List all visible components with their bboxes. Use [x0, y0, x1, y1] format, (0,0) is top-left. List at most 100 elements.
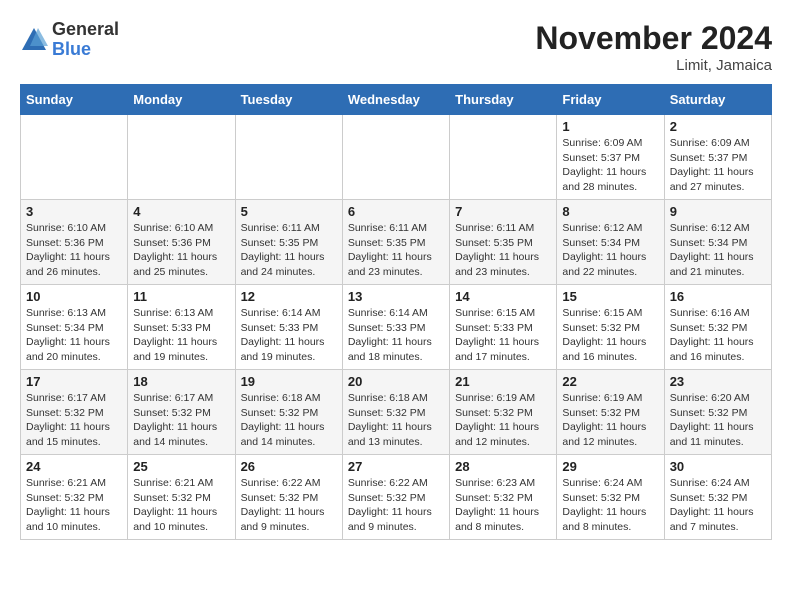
month-title: November 2024: [535, 20, 772, 57]
day-number: 13: [348, 289, 444, 304]
calendar-day-cell: 3 Sunrise: 6:10 AM Sunset: 5:36 PM Daylig…: [21, 200, 128, 285]
day-detail: Sunrise: 6:15 AM Sunset: 5:32 PM Dayligh…: [562, 306, 658, 365]
day-number: 21: [455, 374, 551, 389]
day-number: 11: [133, 289, 229, 304]
day-detail: Sunrise: 6:09 AM Sunset: 5:37 PM Dayligh…: [670, 136, 766, 195]
day-number: 3: [26, 204, 122, 219]
calendar-week-row: 17 Sunrise: 6:17 AM Sunset: 5:32 PM Dayli…: [21, 370, 772, 455]
day-detail: Sunrise: 6:19 AM Sunset: 5:32 PM Dayligh…: [455, 391, 551, 450]
calendar-day-cell: 28 Sunrise: 6:23 AM Sunset: 5:32 PM Dayli…: [450, 455, 557, 540]
day-number: 17: [26, 374, 122, 389]
calendar-week-row: 24Sunrise: 6:21 AM Sunset: 5:32 PM Dayli…: [21, 455, 772, 540]
day-number: 25: [133, 459, 229, 474]
day-number: 9: [670, 204, 766, 219]
calendar-day-cell: 26Sunrise: 6:22 AM Sunset: 5:32 PM Dayli…: [235, 455, 342, 540]
calendar-day-cell: 25 Sunrise: 6:21 AM Sunset: 5:32 PM Dayli…: [128, 455, 235, 540]
day-number: 23: [670, 374, 766, 389]
logo-general-text: General: [52, 19, 119, 39]
day-detail: Sunrise: 6:23 AM Sunset: 5:32 PM Dayligh…: [455, 476, 551, 535]
day-detail: Sunrise: 6:17 AM Sunset: 5:32 PM Dayligh…: [26, 391, 122, 450]
day-detail: Sunrise: 6:24 AM Sunset: 5:32 PM Dayligh…: [670, 476, 766, 535]
logo: General Blue: [20, 20, 119, 60]
day-of-week-header: Thursday: [450, 85, 557, 115]
calendar-day-cell: 2 Sunrise: 6:09 AM Sunset: 5:37 PM Daylig…: [664, 115, 771, 200]
day-of-week-header: Wednesday: [342, 85, 449, 115]
location: Limit, Jamaica: [535, 57, 772, 74]
day-number: 28: [455, 459, 551, 474]
day-detail: Sunrise: 6:12 AM Sunset: 5:34 PM Dayligh…: [670, 221, 766, 280]
day-detail: Sunrise: 6:16 AM Sunset: 5:32 PM Dayligh…: [670, 306, 766, 365]
day-of-week-header: Friday: [557, 85, 664, 115]
calendar-day-cell: 12Sunrise: 6:14 AM Sunset: 5:33 PM Dayli…: [235, 285, 342, 370]
logo-icon: [20, 26, 48, 54]
title-block: November 2024 Limit, Jamaica: [535, 20, 772, 74]
day-number: 10: [26, 289, 122, 304]
day-detail: Sunrise: 6:14 AM Sunset: 5:33 PM Dayligh…: [348, 306, 444, 365]
day-detail: Sunrise: 6:21 AM Sunset: 5:32 PM Dayligh…: [133, 476, 229, 535]
day-of-week-header: Saturday: [664, 85, 771, 115]
calendar-day-cell: [450, 115, 557, 200]
day-number: 1: [562, 119, 658, 134]
day-of-week-header: Sunday: [21, 85, 128, 115]
day-detail: Sunrise: 6:21 AM Sunset: 5:32 PM Dayligh…: [26, 476, 122, 535]
calendar-day-cell: 8Sunrise: 6:12 AM Sunset: 5:34 PM Daylig…: [557, 200, 664, 285]
calendar-day-cell: 20 Sunrise: 6:18 AM Sunset: 5:32 PM Dayli…: [342, 370, 449, 455]
day-number: 27: [348, 459, 444, 474]
day-number: 20: [348, 374, 444, 389]
calendar-day-cell: [21, 115, 128, 200]
day-number: 6: [348, 204, 444, 219]
day-of-week-header: Tuesday: [235, 85, 342, 115]
day-detail: Sunrise: 6:15 AM Sunset: 5:33 PM Dayligh…: [455, 306, 551, 365]
calendar-day-cell: 17 Sunrise: 6:17 AM Sunset: 5:32 PM Dayli…: [21, 370, 128, 455]
page-header: General Blue November 2024 Limit, Jamaic…: [20, 20, 772, 74]
day-number: 19: [241, 374, 337, 389]
day-detail: Sunrise: 6:13 AM Sunset: 5:33 PM Dayligh…: [133, 306, 229, 365]
calendar-day-cell: [342, 115, 449, 200]
day-detail: Sunrise: 6:20 AM Sunset: 5:32 PM Dayligh…: [670, 391, 766, 450]
day-number: 18: [133, 374, 229, 389]
calendar-day-cell: 18Sunrise: 6:17 AM Sunset: 5:32 PM Dayli…: [128, 370, 235, 455]
calendar-week-row: 1 Sunrise: 6:09 AM Sunset: 5:37 PM Daylig…: [21, 115, 772, 200]
calendar-day-cell: 4 Sunrise: 6:10 AM Sunset: 5:36 PM Daylig…: [128, 200, 235, 285]
calendar-day-cell: 6 Sunrise: 6:11 AM Sunset: 5:35 PM Daylig…: [342, 200, 449, 285]
day-number: 15: [562, 289, 658, 304]
day-detail: Sunrise: 6:11 AM Sunset: 5:35 PM Dayligh…: [241, 221, 337, 280]
day-detail: Sunrise: 6:10 AM Sunset: 5:36 PM Dayligh…: [133, 221, 229, 280]
day-number: 29: [562, 459, 658, 474]
day-detail: Sunrise: 6:18 AM Sunset: 5:32 PM Dayligh…: [241, 391, 337, 450]
calendar-table: SundayMondayTuesdayWednesdayThursdayFrid…: [20, 84, 772, 540]
calendar-day-cell: [128, 115, 235, 200]
day-detail: Sunrise: 6:22 AM Sunset: 5:32 PM Dayligh…: [348, 476, 444, 535]
calendar-header-row: SundayMondayTuesdayWednesdayThursdayFrid…: [21, 85, 772, 115]
day-detail: Sunrise: 6:11 AM Sunset: 5:35 PM Dayligh…: [455, 221, 551, 280]
calendar-day-cell: 9 Sunrise: 6:12 AM Sunset: 5:34 PM Daylig…: [664, 200, 771, 285]
calendar-day-cell: [235, 115, 342, 200]
calendar-day-cell: 14Sunrise: 6:15 AM Sunset: 5:33 PM Dayli…: [450, 285, 557, 370]
day-number: 16: [670, 289, 766, 304]
calendar-day-cell: 21 Sunrise: 6:19 AM Sunset: 5:32 PM Dayli…: [450, 370, 557, 455]
calendar-day-cell: 11 Sunrise: 6:13 AM Sunset: 5:33 PM Dayli…: [128, 285, 235, 370]
day-detail: Sunrise: 6:19 AM Sunset: 5:32 PM Dayligh…: [562, 391, 658, 450]
day-number: 5: [241, 204, 337, 219]
day-number: 7: [455, 204, 551, 219]
calendar-day-cell: 15 Sunrise: 6:15 AM Sunset: 5:32 PM Dayli…: [557, 285, 664, 370]
day-number: 2: [670, 119, 766, 134]
day-of-week-header: Monday: [128, 85, 235, 115]
day-detail: Sunrise: 6:11 AM Sunset: 5:35 PM Dayligh…: [348, 221, 444, 280]
day-detail: Sunrise: 6:13 AM Sunset: 5:34 PM Dayligh…: [26, 306, 122, 365]
calendar-week-row: 3 Sunrise: 6:10 AM Sunset: 5:36 PM Daylig…: [21, 200, 772, 285]
day-detail: Sunrise: 6:14 AM Sunset: 5:33 PM Dayligh…: [241, 306, 337, 365]
calendar-day-cell: 27 Sunrise: 6:22 AM Sunset: 5:32 PM Dayli…: [342, 455, 449, 540]
day-detail: Sunrise: 6:09 AM Sunset: 5:37 PM Dayligh…: [562, 136, 658, 195]
day-number: 22: [562, 374, 658, 389]
day-number: 4: [133, 204, 229, 219]
day-number: 8: [562, 204, 658, 219]
calendar-day-cell: 16 Sunrise: 6:16 AM Sunset: 5:32 PM Dayli…: [664, 285, 771, 370]
calendar-day-cell: 13 Sunrise: 6:14 AM Sunset: 5:33 PM Dayli…: [342, 285, 449, 370]
calendar-day-cell: 30Sunrise: 6:24 AM Sunset: 5:32 PM Dayli…: [664, 455, 771, 540]
day-detail: Sunrise: 6:18 AM Sunset: 5:32 PM Dayligh…: [348, 391, 444, 450]
calendar-day-cell: 1 Sunrise: 6:09 AM Sunset: 5:37 PM Daylig…: [557, 115, 664, 200]
logo-blue-text: Blue: [52, 39, 91, 59]
calendar-day-cell: 19 Sunrise: 6:18 AM Sunset: 5:32 PM Dayli…: [235, 370, 342, 455]
day-detail: Sunrise: 6:10 AM Sunset: 5:36 PM Dayligh…: [26, 221, 122, 280]
